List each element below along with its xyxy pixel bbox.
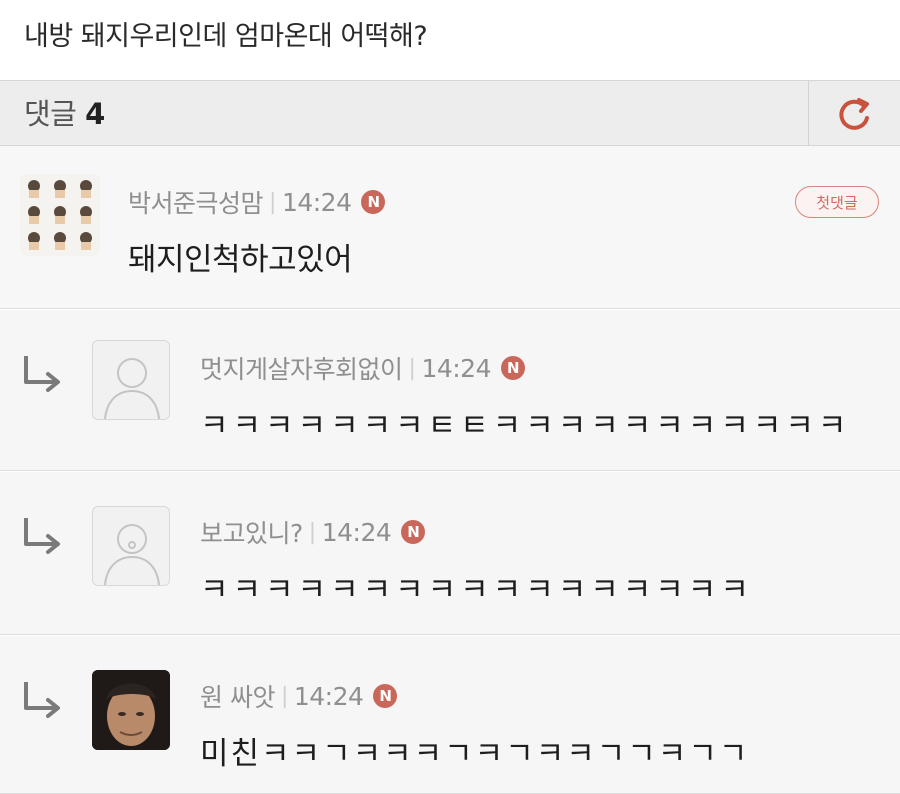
author-name[interactable]: 보고있니? — [200, 514, 303, 550]
refresh-icon — [839, 98, 869, 130]
comment-item: 박서준극성맘 | 14:24 N 첫댓글 돼지인척하고있어 — [0, 146, 900, 309]
comment-text: ㅋㅋㅋㅋㅋㅋㅋㅋㅋㅋㅋㅋㅋㅋㅋㅋㅋ — [200, 572, 753, 608]
author-name[interactable]: 박서준극성맘 — [128, 184, 264, 220]
new-badge-icon: N — [500, 356, 525, 380]
avatar[interactable] — [92, 340, 170, 420]
comment-text: ㅋㅋㅋㅋㅋㅋㅋㅌㅌㅋㅋㅋㅋㅋㅋㅋㅋㅋㅋㅋ — [200, 408, 851, 444]
reply-item: 보고있니? | 14:24 N ㅋㅋㅋㅋㅋㅋㅋㅋㅋㅋㅋㅋㅋㅋㅋㅋㅋ — [0, 472, 900, 635]
comment-count-number: 4 — [85, 97, 105, 131]
comment-time: 14:24 — [281, 187, 352, 217]
comment-time: 14:24 — [421, 353, 491, 383]
reply-arrow-icon — [24, 518, 60, 554]
meta-divider: | — [269, 189, 276, 215]
comment-time: 14:24 — [321, 517, 392, 547]
comment-text: 미친ㅋㅋㄱㅋㅋㅋㄱㅋㄱㅋㅋㄱㄱㅋㄱㄱ — [200, 736, 750, 772]
refresh-button[interactable] — [828, 87, 882, 141]
avatar[interactable] — [92, 670, 170, 750]
comment-text: 돼지인척하고있어 — [128, 242, 353, 278]
new-badge-icon: N — [361, 190, 386, 214]
avatar-image — [92, 670, 170, 750]
new-badge-icon: N — [401, 520, 426, 544]
default-avatar-icon — [104, 524, 160, 585]
comments-header: 댓글 4 — [0, 80, 900, 146]
reply-item: 원 싸앗 | 14:24 N 미친ㅋㅋㄱㅋㅋㅋㄱㅋㄱㅋㅋㄱㄱㅋㄱㄱ — [0, 636, 900, 794]
post-title: 내방 돼지우리인데 엄마온대 어떡해? — [24, 21, 428, 52]
comment-meta: 원 싸앗 | 14:24 N — [200, 678, 398, 714]
comment-time: 14:24 — [293, 681, 364, 711]
author-name[interactable]: 원 싸앗 — [200, 678, 275, 714]
divider — [808, 81, 809, 145]
avatar[interactable] — [92, 506, 170, 586]
meta-divider: | — [408, 355, 416, 381]
avatar-image — [20, 174, 100, 256]
comment-meta: 보고있니? | 14:24 N — [200, 514, 426, 550]
comment-meta: 박서준극성맘 | 14:24 N — [128, 184, 386, 220]
reply-item: 멋지게살자후회없이 | 14:24 N ㅋㅋㅋㅋㅋㅋㅋㅌㅌㅋㅋㅋㅋㅋㅋㅋㅋㅋㅋㅋ — [0, 310, 900, 471]
comment-count-label: 댓글 — [24, 97, 77, 131]
comment-count: 댓글 4 — [24, 91, 105, 133]
comment-meta: 멋지게살자후회없이 | 14:24 N — [200, 350, 525, 386]
meta-divider: | — [308, 519, 316, 545]
new-badge-icon: N — [373, 684, 398, 708]
avatar[interactable] — [20, 174, 100, 256]
default-avatar-icon — [104, 358, 160, 419]
reply-arrow-icon — [24, 682, 60, 718]
meta-divider: | — [280, 683, 288, 709]
reply-arrow-icon — [24, 356, 60, 392]
first-comment-badge: 첫댓글 — [795, 186, 879, 218]
author-name[interactable]: 멋지게살자후회없이 — [200, 350, 403, 386]
